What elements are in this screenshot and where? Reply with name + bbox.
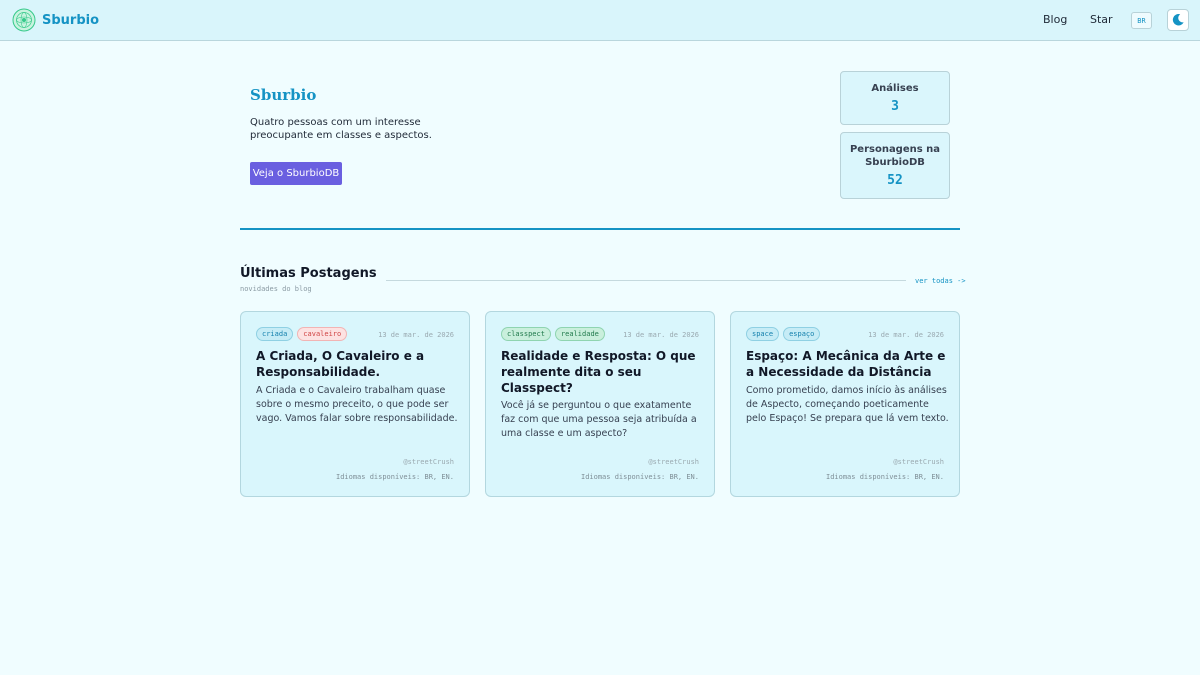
post-tag[interactable]: espaço: [783, 327, 821, 341]
post-tag[interactable]: realidade: [554, 327, 605, 341]
post-title[interactable]: A Criada, O Cavaleiro e a Responsabilida…: [256, 348, 461, 380]
hero-title: Sburbio: [250, 86, 317, 104]
post-author: @streetCrush: [648, 458, 699, 466]
post-date: 13 de mar. de 2026: [623, 331, 699, 339]
nav-blog-link[interactable]: Blog: [1043, 13, 1067, 26]
post-date: 13 de mar. de 2026: [868, 331, 944, 339]
sburb-logo-icon: [12, 8, 36, 32]
post-tag[interactable]: classpect: [501, 327, 551, 341]
section-subtitle: novidades do blog: [240, 285, 312, 293]
post-card[interactable]: space espaço 13 de mar. de 2026 Espaço: …: [730, 311, 960, 497]
language-toggle-button[interactable]: BR: [1131, 12, 1152, 29]
post-tags: classpect realidade: [501, 327, 605, 341]
post-author: @streetCrush: [403, 458, 454, 466]
post-author: @streetCrush: [893, 458, 944, 466]
post-title[interactable]: Realidade e Resposta: O que realmente di…: [501, 348, 706, 396]
post-tag[interactable]: space: [746, 327, 780, 341]
brand-name: Sburbio: [42, 12, 100, 28]
post-card[interactable]: classpect realidade 13 de mar. de 2026 R…: [485, 311, 715, 497]
hero-description: Quatro pessoas com um interesse preocupa…: [250, 117, 432, 141]
top-navbar: Sburbio Blog Star BR: [0, 0, 1200, 41]
brand-link[interactable]: Sburbio: [12, 8, 99, 32]
post-tag[interactable]: cavaleiro: [297, 327, 348, 341]
post-languages: Idiomas disponíveis: BR, EN.: [580, 473, 699, 481]
section-title: Últimas Postagens: [240, 266, 377, 281]
stat-label: Personagens na SburbioDB: [849, 144, 941, 168]
post-tag[interactable]: criada: [256, 327, 294, 341]
moon-icon: [1172, 14, 1184, 26]
post-tags: criada cavaleiro: [256, 327, 348, 341]
post-languages: Idiomas disponíveis: BR, EN.: [825, 473, 944, 481]
sburbiodb-button[interactable]: Veja o SburbioDB: [250, 162, 342, 185]
nav-star-link[interactable]: Star: [1090, 13, 1113, 26]
post-card[interactable]: criada cavaleiro 13 de mar. de 2026 A Cr…: [240, 311, 470, 497]
theme-toggle-button[interactable]: [1167, 9, 1189, 31]
post-excerpt: Você já se perguntou o que exatamente fa…: [501, 400, 697, 439]
stat-value: 3: [891, 99, 899, 114]
stat-card-analyses: Análises 3: [840, 71, 950, 125]
section-rule: [386, 280, 906, 281]
stat-value: 52: [887, 173, 903, 188]
hero-divider: [240, 228, 960, 230]
post-date: 13 de mar. de 2026: [378, 331, 454, 339]
see-all-link[interactable]: ver todas ->: [915, 277, 966, 285]
stat-label: Análises: [871, 83, 919, 94]
post-excerpt: Como prometido, damos início às análises…: [746, 385, 949, 424]
post-excerpt: A Criada e o Cavaleiro trabalham quase s…: [256, 385, 458, 424]
post-title[interactable]: Espaço: A Mecânica da Arte e a Necessida…: [746, 348, 951, 380]
post-languages: Idiomas disponíveis: BR, EN.: [335, 473, 454, 481]
post-tags: space espaço: [746, 327, 821, 341]
stat-card-characters: Personagens na SburbioDB 52: [840, 132, 950, 199]
